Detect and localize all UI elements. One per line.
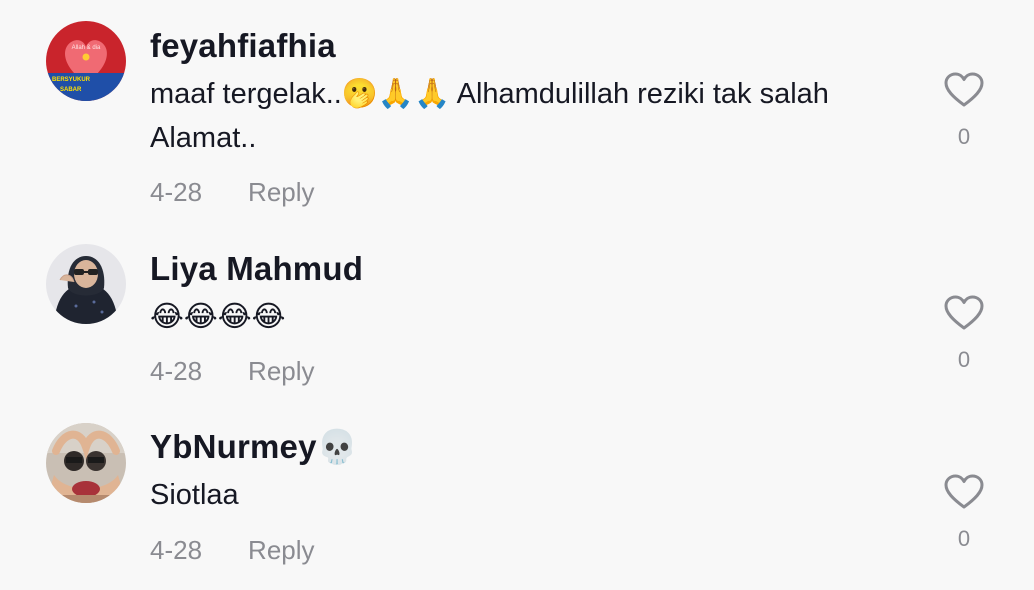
heart-outline-icon[interactable] <box>943 473 985 511</box>
like-count: 0 <box>957 347 971 372</box>
comment-meta: 4-28 Reply <box>150 356 315 387</box>
avatar-caption: SABAR <box>60 87 82 93</box>
like-count: 0 <box>957 526 971 551</box>
avatar-image <box>46 423 126 503</box>
comment-text: Siotlaa <box>150 479 239 511</box>
comment-date: 4-28 <box>150 535 203 565</box>
comment-username[interactable]: YbNurmey💀 <box>150 428 358 467</box>
reply-button[interactable]: Reply <box>248 535 314 565</box>
comment-text: 😂😂😂😂 <box>150 299 286 333</box>
avatar-caption: Allah & dia <box>72 45 101 51</box>
avatar-caption: BERSYUKUR <box>52 77 91 83</box>
avatar[interactable] <box>46 244 126 324</box>
reply-button[interactable]: Reply <box>248 356 314 386</box>
comment-username[interactable]: feyahfiafhia <box>150 27 336 65</box>
avatar-image: Allah & dia BERSYUKUR SABAR <box>46 21 126 101</box>
heart-outline-icon[interactable] <box>943 294 985 332</box>
avatar-image <box>46 244 126 324</box>
comment-date: 4-28 <box>150 356 203 386</box>
comment-username[interactable]: Liya Mahmud <box>150 250 363 288</box>
comment-meta: 4-28 Reply <box>150 177 315 208</box>
reply-button[interactable]: Reply <box>248 177 314 207</box>
comment-date: 4-28 <box>150 177 203 207</box>
heart-outline-icon[interactable] <box>943 71 985 109</box>
avatar[interactable] <box>46 423 126 503</box>
comment-meta: 4-28 Reply <box>150 535 315 566</box>
avatar[interactable]: Allah & dia BERSYUKUR SABAR <box>46 21 126 101</box>
comment-text: maaf tergelak..🫢🙏🙏 Alhamdulillah reziki … <box>150 78 829 154</box>
like-count: 0 <box>957 124 971 149</box>
